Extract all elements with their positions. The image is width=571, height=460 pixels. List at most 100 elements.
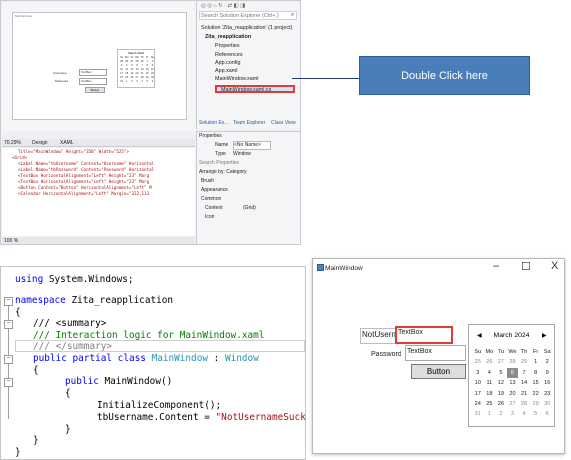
- code-line-using: using System.Windows;: [15, 274, 134, 285]
- prop-category-common[interactable]: Common: [201, 196, 221, 202]
- tab-class-view[interactable]: Class View: [271, 120, 296, 126]
- calendar-day[interactable]: 10: [472, 378, 484, 388]
- prop-type-label: Type: [215, 151, 226, 157]
- calendar-day[interactable]: 27: [495, 357, 507, 367]
- properties-title: Properties: [199, 133, 222, 139]
- design-button[interactable]: Button: [85, 87, 105, 93]
- window-icon: [317, 264, 324, 271]
- calendar-day[interactable]: 5: [530, 409, 542, 419]
- design-window-preview[interactable]: MainWindow Username TextBox Password Tex…: [12, 12, 187, 120]
- calendar-day[interactable]: 26: [495, 399, 507, 409]
- code-line-summary-open: /// <summary>: [33, 318, 107, 329]
- calendar-weekday: Su: [474, 349, 482, 355]
- calendar-day[interactable]: 25: [484, 399, 496, 409]
- fold-summary-icon[interactable]: −: [4, 320, 13, 329]
- calendar-day[interactable]: 24: [472, 399, 484, 409]
- calendar-day[interactable]: 2: [495, 409, 507, 419]
- sx-toolbar-icons[interactable]: ◎ ◎ ⌂ ↻ · ⇄ ◧ ◨: [201, 3, 245, 9]
- calendar-day[interactable]: 20: [507, 389, 519, 399]
- calendar-day[interactable]: 8: [530, 368, 542, 378]
- calendar-day[interactable]: 28: [507, 357, 519, 367]
- calendar-day[interactable]: 4: [518, 409, 530, 419]
- prop-category-appearance[interactable]: Appearance: [201, 187, 228, 193]
- main-button[interactable]: Button: [411, 364, 466, 379]
- tab-design[interactable]: Design: [32, 140, 48, 146]
- calendar-day[interactable]: 6: [541, 409, 553, 419]
- username-textbox[interactable]: TextBox: [395, 326, 453, 344]
- calendar-day[interactable]: 16: [541, 378, 553, 388]
- zoom-level[interactable]: 70.29%: [4, 140, 21, 146]
- calendar-day[interactable]: 23: [541, 389, 553, 399]
- calendar-day[interactable]: 3: [507, 409, 519, 419]
- prop-icon-label: Icon: [205, 214, 215, 220]
- calendar-day[interactable]: 15: [530, 378, 542, 388]
- calendar-day[interactable]: 1: [530, 357, 542, 367]
- sx-item-references[interactable]: References: [215, 52, 243, 58]
- sx-item-mainwindow-xaml[interactable]: MainWindow.xaml: [215, 76, 258, 82]
- calendar-day[interactable]: 29: [518, 357, 530, 367]
- calendar-day[interactable]: 13: [507, 378, 519, 388]
- calendar-day[interactable]: 29: [530, 399, 542, 409]
- calendar-next-icon[interactable]: ▶: [542, 332, 547, 339]
- close-button[interactable]: X: [551, 260, 558, 272]
- fold-namespace-icon[interactable]: −: [4, 297, 13, 306]
- prop-arrange[interactable]: Arrange by: Category: [199, 169, 247, 175]
- calendar-day[interactable]: 6: [506, 367, 519, 379]
- fold-ctor-icon[interactable]: −: [4, 378, 13, 387]
- design-textbox-2[interactable]: TextBox: [79, 78, 107, 85]
- calendar-day[interactable]: 17: [472, 389, 484, 399]
- sx-item-properties[interactable]: Properties: [215, 43, 240, 49]
- calendar-day[interactable]: 7: [518, 368, 530, 378]
- xaml-line: <Label Name="tbUsername" Content="Userna…: [18, 161, 155, 166]
- password-textbox[interactable]: TextBox: [405, 345, 466, 361]
- calendar-day[interactable]: 4: [484, 368, 496, 378]
- calendar[interactable]: ◀ March 2024 ▶ Su Mo Tu We Th Fr Sa 25 26 27 28 29 1…: [468, 324, 555, 427]
- code-line-summary-close: /// </summary>: [33, 341, 113, 352]
- calendar-day[interactable]: 27: [507, 399, 519, 409]
- calendar-day[interactable]: 30: [541, 399, 553, 409]
- sx-item-project[interactable]: Zita_reapplication: [205, 34, 251, 40]
- tab-xaml[interactable]: XAML: [60, 140, 74, 146]
- calendar-day[interactable]: 28: [518, 399, 530, 409]
- code-editor[interactable]: using System.Windows; − namespace Zita_r…: [0, 266, 306, 460]
- calendar-day[interactable]: 31: [472, 409, 484, 419]
- prop-content-value[interactable]: (Grid): [243, 205, 256, 211]
- maximize-button[interactable]: ☐: [521, 260, 531, 273]
- calendar-day[interactable]: 9: [541, 368, 553, 378]
- prop-name-value[interactable]: <No Name>: [233, 141, 271, 150]
- sx-item-solution[interactable]: Solution 'Zita_reapplication' (1 project…: [201, 25, 292, 31]
- prop-category-brush[interactable]: Brush: [201, 178, 214, 184]
- prop-search-input[interactable]: Search Properties: [199, 160, 239, 166]
- sx-item-appconfig[interactable]: App.config: [215, 60, 240, 66]
- calendar-day[interactable]: 22: [530, 389, 542, 399]
- tab-solution-explorer[interactable]: Solution Ex...: [199, 120, 228, 126]
- design-calendar[interactable]: March 2024 Su Mo Tu We Th Fr Sa 25 26 27 28 29 1 2 3 4 5…: [117, 49, 155, 88]
- fold-class-icon[interactable]: −: [4, 355, 13, 364]
- calendar-day[interactable]: 12: [495, 378, 507, 388]
- calendar-day[interactable]: 1: [484, 409, 496, 419]
- tab-team-explorer[interactable]: Team Explorer: [233, 120, 265, 126]
- sx-item-mainwindow-xaml-cs[interactable]: MainWindow.xaml.cs: [215, 85, 295, 93]
- minimize-button[interactable]: –: [493, 260, 499, 272]
- calendar-day[interactable]: 11: [484, 378, 496, 388]
- calendar-day[interactable]: 25: [472, 357, 484, 367]
- calendar-day[interactable]: 26: [484, 357, 496, 367]
- xaml-line: <TextBox HorizontalAlignment="Left" Heig…: [18, 179, 150, 184]
- calendar-day[interactable]: 19: [495, 389, 507, 399]
- footer-zoom[interactable]: 100 %: [4, 238, 18, 244]
- code-line-brace: }: [65, 424, 71, 435]
- design-textbox-1[interactable]: TextBox: [79, 69, 107, 76]
- calendar-day[interactable]: 21: [518, 389, 530, 399]
- calendar-day[interactable]: 5: [495, 368, 507, 378]
- calendar-day[interactable]: 2: [541, 357, 553, 367]
- sx-search-placeholder: Search Solution Explorer (Ctrl+;): [201, 13, 279, 19]
- calendar-day[interactable]: 6: [150, 80, 155, 84]
- calendar-day[interactable]: 3: [472, 368, 484, 378]
- calendar-day[interactable]: 18: [484, 389, 496, 399]
- sx-item-appxaml[interactable]: App.xaml: [215, 68, 237, 74]
- xaml-tab-bar: 70.29% Design XAML: [2, 139, 195, 147]
- sx-search-input[interactable]: Search Solution Explorer (Ctrl+;) ⌕: [199, 11, 297, 20]
- design-window-title: MainWindow: [15, 14, 33, 18]
- xaml-editor[interactable]: Title="MainWindow" Height="350" Width="5…: [2, 148, 195, 236]
- calendar-day[interactable]: 14: [518, 378, 530, 388]
